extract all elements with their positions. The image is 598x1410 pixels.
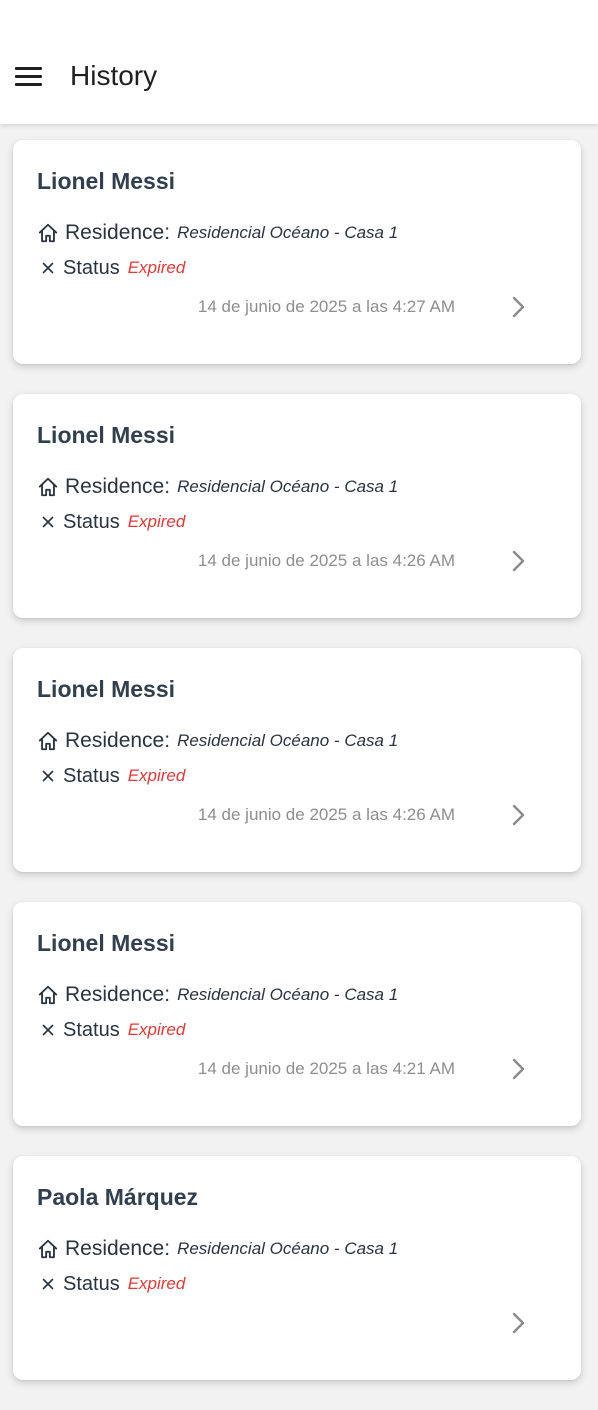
- chevron-right-icon[interactable]: [509, 294, 529, 320]
- residence-value: Residencial Océano - Casa 1: [177, 223, 399, 242]
- status-label: Status: [63, 256, 120, 279]
- residence-row: Residence: Residencial Océano - Casa 1: [37, 474, 398, 500]
- home-icon: [38, 985, 58, 1005]
- visitor-name: Lionel Messi: [37, 422, 176, 448]
- status-badge: Expired: [127, 766, 186, 785]
- visitor-name: Lionel Messi: [37, 168, 176, 194]
- history-card[interactable]: Paola Márquez Residence: Residencial Océ…: [13, 1156, 581, 1380]
- status-label: Status: [63, 510, 120, 533]
- chevron-right-icon[interactable]: [509, 1310, 529, 1336]
- history-card[interactable]: Lionel Messi Residence: Residencial Océa…: [13, 648, 581, 872]
- home-icon: [38, 731, 58, 751]
- status-label: Status: [63, 764, 120, 787]
- status-badge: Expired: [127, 512, 186, 531]
- status-badge: Expired: [127, 258, 186, 277]
- visitor-name: Paola Márquez: [37, 1184, 199, 1210]
- status-row: Status Expired: [37, 764, 185, 788]
- chevron-right-icon[interactable]: [509, 802, 529, 828]
- status-label: Status: [63, 1272, 120, 1295]
- home-icon: [38, 1239, 58, 1259]
- close-icon: [42, 1278, 54, 1290]
- visitor-name: Lionel Messi: [37, 930, 176, 956]
- status-row: Status Expired: [37, 256, 185, 280]
- history-card[interactable]: Lionel Messi Residence: Residencial Océa…: [13, 140, 581, 364]
- history-card[interactable]: Lionel Messi Residence: Residencial Océa…: [13, 902, 581, 1126]
- residence-value: Residencial Océano - Casa 1: [177, 731, 399, 750]
- timestamp: 14 de junio de 2025 a las 4:27 AM: [197, 297, 455, 316]
- status-badge: Expired: [127, 1020, 186, 1039]
- residence-label: Residence:: [65, 983, 171, 1006]
- home-icon: [38, 477, 58, 497]
- app-bar: History: [0, 0, 598, 124]
- close-icon: [42, 1024, 54, 1036]
- status-row: Status Expired: [37, 510, 185, 534]
- timestamp: 14 de junio de 2025 a las 4:26 AM: [197, 805, 455, 824]
- residence-label: Residence:: [65, 475, 171, 498]
- chevron-right-icon[interactable]: [509, 1056, 529, 1082]
- residence-row: Residence: Residencial Océano - Casa 1: [37, 1236, 398, 1262]
- residence-label: Residence:: [65, 1237, 171, 1260]
- residence-value: Residencial Océano - Casa 1: [177, 477, 399, 496]
- residence-label: Residence:: [65, 729, 171, 752]
- timestamp: 14 de junio de 2025 a las 4:21 AM: [197, 1059, 455, 1078]
- close-icon: [42, 770, 54, 782]
- history-list: Lionel Messi Residence: Residencial Océa…: [13, 140, 581, 1410]
- status-row: Status Expired: [37, 1272, 185, 1296]
- history-card[interactable]: Lionel Messi Residence: Residencial Océa…: [13, 394, 581, 618]
- close-icon: [42, 516, 54, 528]
- status-badge: Expired: [127, 1274, 186, 1293]
- visitor-name: Lionel Messi: [37, 676, 176, 702]
- residence-row: Residence: Residencial Océano - Casa 1: [37, 220, 398, 246]
- page-title: History: [70, 60, 158, 91]
- residence-row: Residence: Residencial Océano - Casa 1: [37, 982, 398, 1008]
- hamburger-menu-icon[interactable]: [8, 58, 48, 94]
- close-icon: [42, 262, 54, 274]
- residence-row: Residence: Residencial Océano - Casa 1: [37, 728, 398, 754]
- chevron-right-icon[interactable]: [509, 548, 529, 574]
- residence-value: Residencial Océano - Casa 1: [177, 985, 399, 1004]
- residence-label: Residence:: [65, 221, 171, 244]
- residence-value: Residencial Océano - Casa 1: [177, 1239, 399, 1258]
- home-icon: [38, 223, 58, 243]
- timestamp: 14 de junio de 2025 a las 4:26 AM: [197, 551, 455, 570]
- status-label: Status: [63, 1018, 120, 1041]
- status-row: Status Expired: [37, 1018, 185, 1042]
